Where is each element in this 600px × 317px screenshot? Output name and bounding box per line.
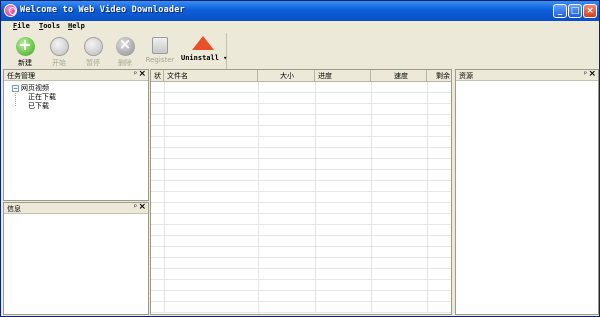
register-label: Register (145, 56, 175, 64)
column-filename[interactable]: 文件名 (164, 70, 258, 82)
column-headers: 状 文件名 大小 进度 速度 剩余 (151, 70, 451, 82)
uninstall-label: Uninstall ▾ (181, 54, 228, 62)
resource-panel-title: 资源 (459, 72, 473, 80)
tree-connector (15, 91, 25, 106)
column-remaining[interactable]: 剩余 (427, 70, 451, 82)
delete-label: 删除 (118, 59, 132, 67)
task-panel-title: 任务管理 (7, 72, 35, 80)
menu-file[interactable]: File (13, 22, 30, 30)
maximize-button[interactable]: □ (568, 4, 582, 18)
column-divider (371, 82, 372, 314)
pin-icon[interactable]: ᵖ (134, 203, 137, 211)
menu-bar: File Tools Help (1, 21, 599, 33)
close-icon[interactable]: × (138, 202, 146, 212)
window-title: Welcome to Web Video Downloader (20, 5, 185, 15)
list-rows[interactable] (151, 82, 451, 314)
delete-icon (115, 35, 135, 56)
task-panel-header: 任务管理 ᵖ × (4, 69, 148, 81)
pause-label: 暂停 (86, 59, 100, 67)
column-divider (427, 82, 428, 314)
start-button[interactable]: 开始 (45, 33, 73, 69)
up-arrow-icon (192, 36, 214, 50)
info-panel: 信息 ᵖ × (3, 202, 149, 315)
info-panel-header: 信息 ᵖ × (4, 202, 148, 214)
resource-panel-body[interactable] (456, 82, 598, 314)
minimize-button[interactable]: _ (553, 4, 567, 18)
column-speed[interactable]: 速度 (371, 70, 427, 82)
tree-item-label: 网页视频 (21, 84, 49, 92)
column-size[interactable]: 大小 (258, 70, 315, 82)
column-divider (315, 82, 316, 314)
register-button[interactable]: Register (143, 33, 177, 69)
uninstall-button[interactable]: Uninstall ▾ (181, 33, 228, 69)
column-divider (164, 82, 165, 314)
play-icon (49, 37, 69, 56)
download-list[interactable]: 状 文件名 大小 进度 速度 剩余 (150, 69, 452, 315)
add-icon (15, 35, 35, 56)
info-panel-title: 信息 (7, 205, 21, 213)
pause-button[interactable]: 暂停 (79, 33, 107, 69)
toolbar: 新建 开始 暂停 删除 Register Uninstall ▾ (3, 33, 227, 69)
lock-icon (152, 37, 168, 54)
pause-icon (83, 37, 103, 56)
collapse-icon[interactable]: − (12, 84, 19, 92)
app-window: Welcome to Web Video Downloader _ □ × Fi… (0, 0, 600, 317)
new-label: 新建 (18, 59, 32, 67)
app-logo-icon (4, 4, 17, 17)
title-bar[interactable]: Welcome to Web Video Downloader _ □ × (1, 1, 599, 21)
menu-tools[interactable]: Tools (39, 22, 60, 30)
menu-help[interactable]: Help (68, 22, 85, 30)
column-status[interactable]: 状 (151, 70, 164, 82)
close-window-button[interactable]: × (583, 4, 597, 18)
task-panel: 任务管理 ᵖ × − 网页视频 正在下载 已下载 (3, 69, 149, 201)
pin-icon[interactable]: ᵖ (584, 70, 587, 78)
tree-item-downloaded[interactable]: 已下载 (28, 101, 49, 111)
close-icon[interactable]: × (138, 69, 146, 79)
delete-button[interactable]: 删除 (111, 33, 139, 69)
new-button[interactable]: 新建 (11, 33, 39, 69)
close-icon[interactable]: × (588, 69, 596, 79)
resource-panel: 资源 ᵖ × (455, 69, 599, 315)
column-divider (258, 82, 259, 314)
column-progress[interactable]: 进度 (315, 70, 371, 82)
start-label: 开始 (52, 59, 66, 67)
resource-panel-header: 资源 ᵖ × (456, 69, 598, 81)
pin-icon[interactable]: ᵖ (134, 70, 137, 78)
